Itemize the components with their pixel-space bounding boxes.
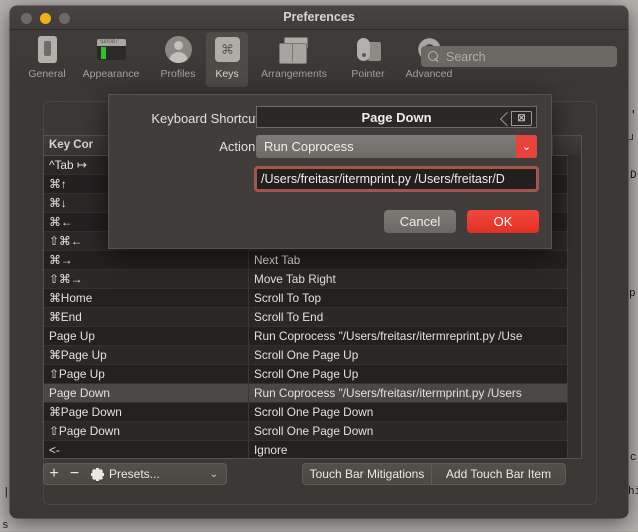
presets-dropdown[interactable]: Presets... ⌄ xyxy=(85,463,227,485)
chevron-down-icon: ⌄ xyxy=(516,135,537,158)
ok-button[interactable]: OK xyxy=(467,210,539,233)
tab-general-label: General xyxy=(28,68,65,80)
table-scrollbar[interactable] xyxy=(567,155,581,458)
tab-keys-label: Keys xyxy=(215,68,238,80)
cell-key-combination: ⇧Page Up xyxy=(44,365,249,383)
preferences-window: Preferences General \u00d7 Appearance Pr… xyxy=(10,6,628,518)
cell-action: Scroll One Page Down xyxy=(249,403,581,421)
cell-action: Run Coprocess "/Users/freitasr/itermrepr… xyxy=(249,327,581,345)
tab-arrangements[interactable]: Arrangements xyxy=(248,32,340,87)
keyboard-shortcut-value: Page Down xyxy=(361,110,431,125)
tab-profiles-label: Profiles xyxy=(160,68,195,80)
gear-icon xyxy=(91,468,104,481)
tab-advanced-label: Advanced xyxy=(406,68,453,80)
tab-pointer[interactable]: Pointer xyxy=(340,32,396,87)
search-box[interactable] xyxy=(421,46,617,67)
background-text-fragment: c xyxy=(630,452,637,464)
cell-key-combination: ⌘→ xyxy=(44,251,249,269)
action-label: Action: xyxy=(119,139,259,154)
add-mapping-button[interactable]: + xyxy=(43,463,65,485)
cell-action: Scroll One Page Up xyxy=(249,365,581,383)
tab-profiles[interactable]: Profiles xyxy=(150,32,206,87)
cell-key-combination: ⌘Page Up xyxy=(44,346,249,364)
table-row[interactable]: ⇧Page UpScroll One Page Up xyxy=(44,365,581,384)
action-value: Run Coprocess xyxy=(264,139,354,154)
search-input[interactable] xyxy=(444,49,617,65)
cell-key-combination: ⌘Page Down xyxy=(44,403,249,421)
panel-bottom-bar: + − Presets... ⌄ Touch Bar Mitigations A… xyxy=(43,461,580,489)
table-row[interactable]: Page UpRun Coprocess "/Users/freitasr/it… xyxy=(44,327,581,346)
keys-icon: ⌘ xyxy=(210,35,244,67)
tab-appearance-label: Appearance xyxy=(83,68,140,80)
touch-bar-mitigations-button[interactable]: Touch Bar Mitigations xyxy=(302,463,432,485)
delete-backward-icon[interactable]: ☒ xyxy=(511,111,532,126)
table-row[interactable]: Page DownRun Coprocess "/Users/freitasr/… xyxy=(44,384,581,403)
table-row[interactable]: ⌘Page UpScroll One Page Up xyxy=(44,346,581,365)
tab-general[interactable]: General xyxy=(16,32,78,87)
table-row[interactable]: ⌘HomeScroll To Top xyxy=(44,289,581,308)
tab-appearance[interactable]: \u00d7 Appearance xyxy=(72,32,150,87)
presets-label: Presets... xyxy=(109,467,160,481)
profiles-icon xyxy=(161,35,195,67)
cell-key-combination: ⌘End xyxy=(44,308,249,326)
cell-action: Scroll To End xyxy=(249,308,581,326)
background-text-fragment: hi xyxy=(628,486,638,498)
tab-keys[interactable]: ⌘ Keys xyxy=(206,32,248,87)
table-row[interactable]: ⌘EndScroll To End xyxy=(44,308,581,327)
cell-action: Scroll One Page Up xyxy=(249,346,581,364)
keyboard-shortcut-field[interactable]: Page Down ☒ xyxy=(256,106,537,128)
pointer-icon xyxy=(351,35,385,67)
background-text-fragment: p xyxy=(629,288,636,300)
action-dropdown[interactable]: Run Coprocess ⌄ xyxy=(256,135,537,158)
general-icon xyxy=(30,35,64,67)
cell-action: Scroll To Top xyxy=(249,289,581,307)
tab-arrangements-label: Arrangements xyxy=(261,68,327,80)
table-row[interactable]: ⇧Page DownScroll One Page Down xyxy=(44,422,581,441)
add-touch-bar-item-button[interactable]: Add Touch Bar Item xyxy=(432,463,566,485)
arrangements-icon xyxy=(277,35,311,67)
table-row[interactable]: <-Ignore xyxy=(44,441,581,459)
background-text-fragment: D xyxy=(630,170,637,182)
background-text-fragment: ┘ xyxy=(629,135,636,147)
table-row[interactable]: ⌘Page DownScroll One Page Down xyxy=(44,403,581,422)
cancel-button[interactable]: Cancel xyxy=(384,210,456,233)
cell-key-combination: Page Up xyxy=(44,327,249,345)
table-row[interactable]: ⇧⌘→Move Tab Right xyxy=(44,270,581,289)
coprocess-parameter-input[interactable]: /Users/freitasr/itermprint.py /Users/fre… xyxy=(254,166,539,192)
cell-key-combination: ⇧Page Down xyxy=(44,422,249,440)
background-text-fragment: | xyxy=(3,487,10,499)
cell-action: Move Tab Right xyxy=(249,270,581,288)
background-text-fragment: s xyxy=(2,520,9,532)
cell-action: Ignore xyxy=(249,441,581,459)
table-row[interactable]: ⌘→Next Tab xyxy=(44,251,581,270)
cell-action: Scroll One Page Down xyxy=(249,422,581,440)
preferences-toolbar: General \u00d7 Appearance Profiles ⌘ Key… xyxy=(10,30,628,90)
cell-action: Next Tab xyxy=(249,251,581,269)
window-titlebar: Preferences xyxy=(10,6,628,30)
cell-key-combination: ⌘Home xyxy=(44,289,249,307)
cell-key-combination: <- xyxy=(44,441,249,459)
appearance-icon: \u00d7 xyxy=(94,35,128,67)
cell-key-combination: Page Down xyxy=(44,384,249,402)
page-title: Preferences xyxy=(10,10,628,24)
cell-key-combination: ⇧⌘→ xyxy=(44,270,249,288)
column-header-extra[interactable] xyxy=(553,136,581,155)
tab-pointer-label: Pointer xyxy=(351,68,384,80)
edit-shortcut-dialog: Keyboard Shortcut Page Down ☒ Action: Ru… xyxy=(108,94,552,249)
remove-mapping-button[interactable]: − xyxy=(64,463,86,485)
keyboard-shortcut-label: Keyboard Shortcut xyxy=(119,111,259,126)
background-text-fragment: ' xyxy=(630,110,637,122)
cell-action: Run Coprocess "/Users/freitasr/itermprin… xyxy=(249,384,581,402)
search-icon xyxy=(428,51,439,62)
chevron-down-icon: ⌄ xyxy=(210,469,218,480)
